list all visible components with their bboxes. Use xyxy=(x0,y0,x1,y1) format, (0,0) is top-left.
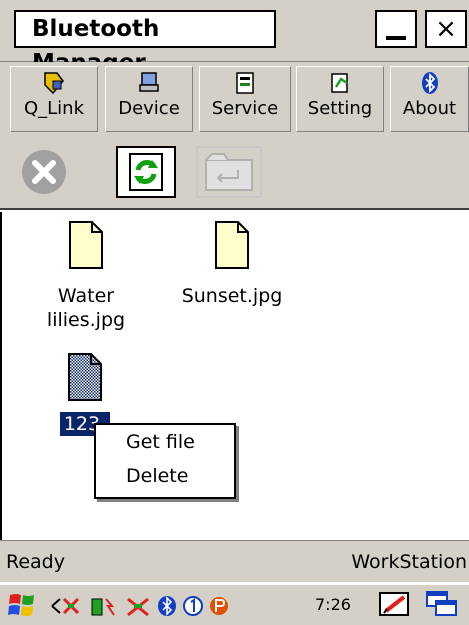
bluetooth-icon xyxy=(391,67,468,95)
menu-toolbar: Q_Link Device Service Setting About xyxy=(0,62,469,138)
cancel-button[interactable] xyxy=(18,146,70,198)
pen-icon xyxy=(379,592,409,616)
system-tray: 7:26 PM xyxy=(50,589,370,621)
document-icon xyxy=(68,353,102,401)
context-menu: Get file Delete xyxy=(94,423,236,499)
title-bar: Bluetooth Manager × xyxy=(0,0,469,76)
start-button[interactable] xyxy=(6,589,40,621)
device-icon xyxy=(106,67,192,95)
menu-item-service[interactable]: Service xyxy=(199,66,291,132)
close-button[interactable]: × xyxy=(425,10,467,48)
document-icon xyxy=(215,221,249,269)
action-toolbar xyxy=(0,138,469,210)
status-connection: WorkStation xyxy=(351,551,467,573)
menu-item-delete[interactable]: Delete xyxy=(96,459,234,493)
windows-stack-icon xyxy=(426,591,457,616)
network-off-icon[interactable] xyxy=(124,595,154,621)
cancel-icon xyxy=(22,150,66,194)
menu-item-label: Setting xyxy=(307,98,373,119)
menu-item-device[interactable]: Device xyxy=(105,66,193,132)
file-item[interactable]: Water lilies.jpg xyxy=(36,220,136,332)
minimize-icon xyxy=(386,36,406,40)
battery-icon[interactable] xyxy=(90,595,122,621)
taskbar: 7:26 PM xyxy=(0,583,469,625)
menu-item-label: About xyxy=(402,98,457,119)
windows-logo-icon xyxy=(8,594,34,616)
file-item[interactable]: Sunset.jpg xyxy=(160,220,304,308)
status-text: Ready xyxy=(6,551,65,573)
window-switch-button[interactable] xyxy=(424,589,464,621)
menu-item-get-file[interactable]: Get file xyxy=(96,425,234,459)
menu-item-label: Service xyxy=(211,98,279,119)
signal-icon[interactable] xyxy=(50,595,90,621)
menu-item-q-link[interactable]: Q_Link xyxy=(10,66,98,132)
bluetooth-icon[interactable] xyxy=(156,595,178,621)
input-panel-button[interactable] xyxy=(378,589,414,621)
folder-back-button xyxy=(196,146,262,198)
minimize-button[interactable] xyxy=(375,10,417,48)
setting-icon xyxy=(297,67,383,95)
refresh-button[interactable] xyxy=(116,146,176,198)
document-icon xyxy=(69,221,103,269)
input-one-icon[interactable] xyxy=(182,595,204,621)
power-icon[interactable] xyxy=(208,595,230,621)
q-link-icon xyxy=(11,67,97,95)
file-name: Water lilies.jpg xyxy=(46,285,126,331)
folder-back-icon xyxy=(205,153,253,191)
service-icon xyxy=(200,67,290,95)
menu-item-about[interactable]: About xyxy=(390,66,469,132)
menu-item-setting[interactable]: Setting xyxy=(296,66,384,132)
window-title: Bluetooth Manager xyxy=(14,10,276,76)
menu-item-label: Q_Link xyxy=(23,98,85,119)
refresh-icon xyxy=(129,153,163,191)
clock[interactable]: 7:26 PM xyxy=(315,589,370,625)
status-bar: Ready WorkStation xyxy=(0,540,469,582)
menu-item-label: Device xyxy=(118,98,180,119)
file-name: Sunset.jpg xyxy=(181,285,283,307)
